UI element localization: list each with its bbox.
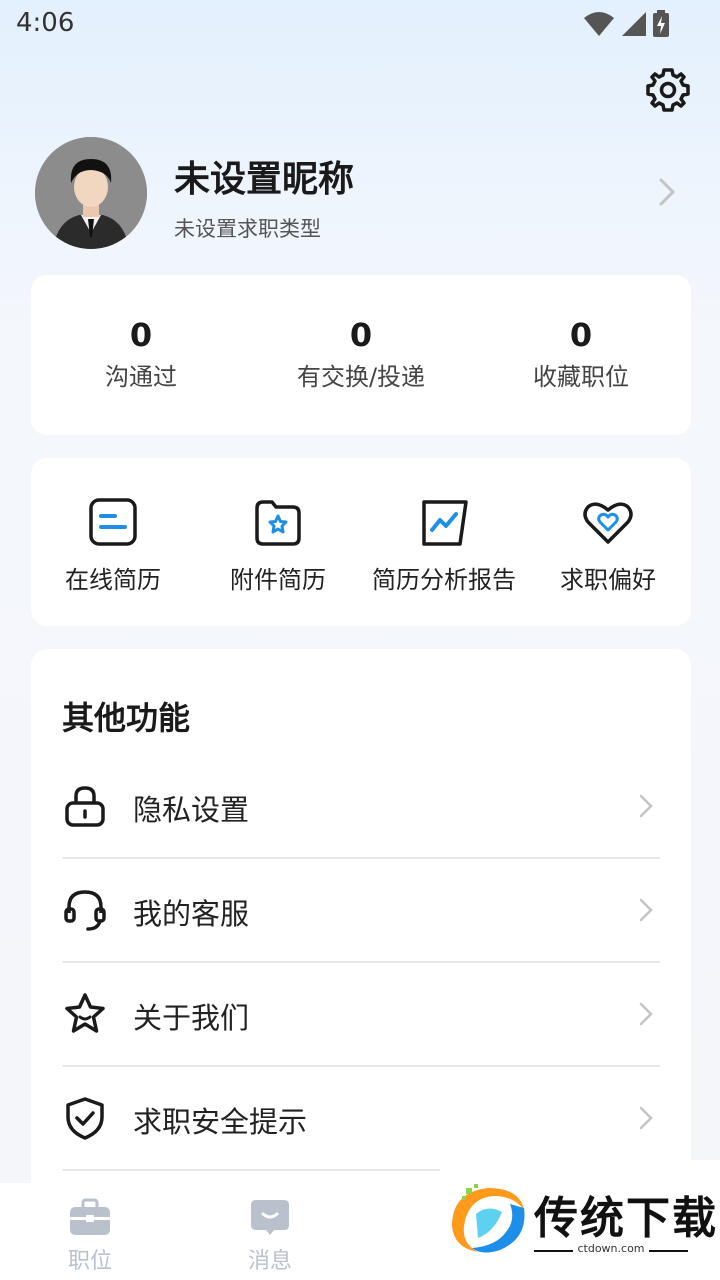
star-icon <box>65 993 105 1033</box>
online-resume-icon <box>89 498 137 546</box>
resume-analysis-icon <box>422 500 468 546</box>
chevron-right-icon <box>639 898 653 922</box>
menu-label: 隐私设置 <box>133 793 250 827</box>
status-icons <box>582 10 670 38</box>
job-preference-heart-icon <box>583 502 633 544</box>
tool-label: 在线简历 <box>65 566 161 594</box>
tool-label: 求职偏好 <box>560 566 656 594</box>
status-bar: 4:06 <box>0 0 720 50</box>
watermark-url-text: ctdown.com <box>573 1242 649 1255</box>
watermark-logo-icon <box>452 1184 525 1253</box>
watermark: 传统下载 ctdown.com <box>440 1160 720 1280</box>
tool-resume-analysis[interactable]: 简历分析报告 <box>359 494 529 595</box>
shield-check-icon <box>66 1097 104 1140</box>
status-time: 4:06 <box>16 8 75 38</box>
briefcase-icon <box>70 1198 110 1235</box>
chevron-right-icon <box>639 1106 653 1130</box>
tab-label: 职位 <box>67 1249 112 1274</box>
menu-item-privacy[interactable]: 隐私设置 <box>62 755 660 859</box>
tools-card: 在线简历 附件简历 简历分析报告 求职偏好 <box>31 458 691 626</box>
settings-button[interactable] <box>644 66 692 114</box>
other-functions-title: 其他功能 <box>62 699 191 737</box>
stat-label: 有交换/投递 <box>296 363 426 391</box>
battery-charging-icon <box>653 10 669 37</box>
stat-value: 0 <box>129 316 153 354</box>
headset-icon <box>64 890 106 931</box>
tool-label: 简历分析报告 <box>372 566 516 594</box>
wifi-icon <box>584 12 614 36</box>
avatar-person-icon <box>35 137 147 249</box>
chevron-right-icon <box>639 794 653 818</box>
chat-icon <box>251 1200 289 1235</box>
menu-label: 我的客服 <box>133 897 250 931</box>
stat-label: 沟通过 <box>105 363 177 391</box>
tool-label: 附件简历 <box>230 566 326 594</box>
watermark-brand: 传统下载 <box>534 1193 718 1244</box>
signal-icon <box>622 12 646 36</box>
avatar[interactable] <box>35 137 147 249</box>
other-functions-card: 其他功能 隐私设置 我的客服 关于我们 求职安全提示 <box>31 649 691 1209</box>
profile-chevron-right-icon[interactable] <box>655 176 679 208</box>
menu-label: 关于我们 <box>133 1001 250 1035</box>
chevron-right-icon <box>639 1002 653 1026</box>
gear-icon <box>646 68 690 112</box>
lock-icon <box>65 786 105 827</box>
stats-card: 0 沟通过 0 有交换/投递 0 收藏职位 <box>31 275 691 435</box>
tab-label: 消息 <box>247 1249 292 1274</box>
stat-contacted[interactable]: 0 沟通过 <box>31 315 251 392</box>
stat-label: 收藏职位 <box>533 363 629 391</box>
stat-exchanged[interactable]: 0 有交换/投递 <box>251 315 471 392</box>
nickname[interactable]: 未设置昵称 <box>174 150 354 202</box>
stat-value: 0 <box>349 316 373 354</box>
tool-online-resume[interactable]: 在线简历 <box>28 494 198 595</box>
menu-label: 求职安全提示 <box>133 1105 308 1139</box>
menu-item-job-safety[interactable]: 求职安全提示 <box>62 1067 660 1171</box>
tab-messages[interactable]: 消息 <box>210 1197 330 1275</box>
tool-job-preference[interactable]: 求职偏好 <box>523 494 693 595</box>
stat-value: 0 <box>569 316 593 354</box>
watermark-url: ctdown.com <box>534 1242 688 1255</box>
attachment-resume-icon <box>255 500 301 546</box>
menu-item-about-us[interactable]: 关于我们 <box>62 963 660 1067</box>
job-type[interactable]: 未设置求职类型 <box>174 213 321 243</box>
tool-attachment-resume[interactable]: 附件简历 <box>193 494 363 595</box>
menu-item-customer-service[interactable]: 我的客服 <box>62 859 660 963</box>
tab-jobs[interactable]: 职位 <box>30 1197 150 1275</box>
stat-favorites[interactable]: 0 收藏职位 <box>471 315 691 392</box>
